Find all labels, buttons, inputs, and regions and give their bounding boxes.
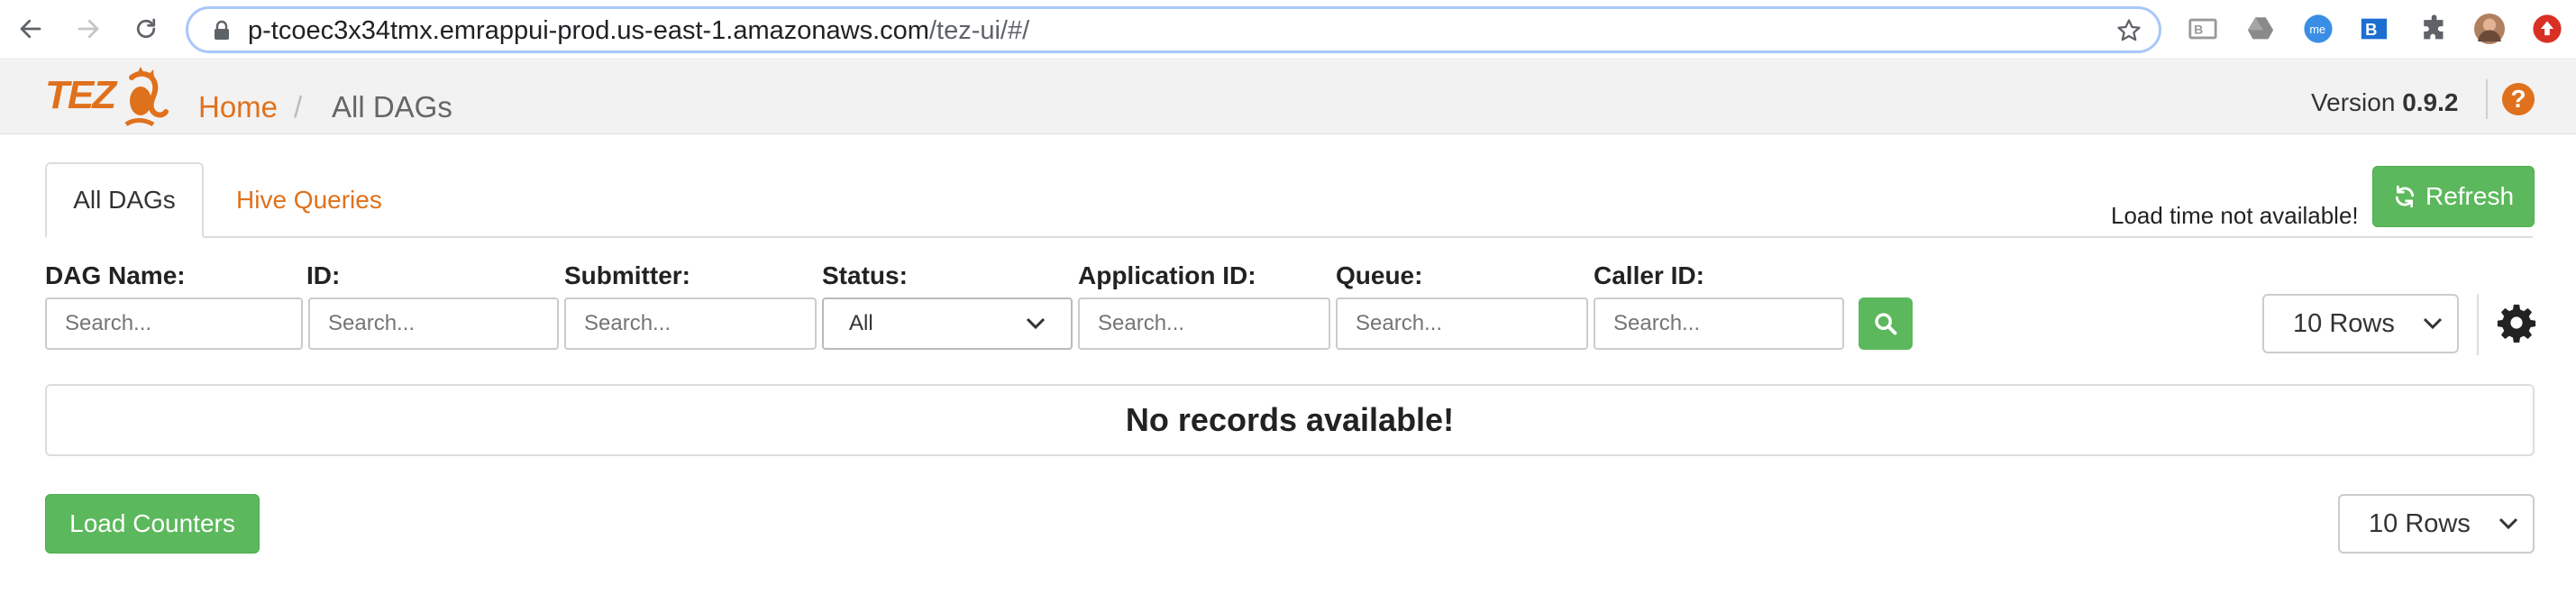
address-bar[interactable]: p-tcoec3x34tmx.emrappui-prod.us-east-1.a… — [186, 6, 2161, 53]
help-icon[interactable]: ? — [2502, 83, 2535, 115]
svg-text:TEZ: TEZ — [45, 73, 118, 117]
tab-all-dags-label: All DAGs — [73, 186, 176, 214]
submitter-search-input[interactable] — [564, 297, 817, 350]
search-button[interactable] — [1859, 297, 1913, 350]
refresh-button[interactable]: Refresh — [2372, 166, 2535, 227]
queue-label: Queue: — [1336, 261, 1423, 289]
tab-divider — [45, 236, 2533, 238]
update-icon[interactable] — [2531, 13, 2563, 45]
rows-per-page-bottom-value: 10 Rows — [2369, 508, 2471, 538]
status-label: Status: — [822, 261, 908, 289]
records-table: No records available! — [45, 384, 2535, 456]
rows-per-page-select-bottom[interactable]: 10 Rows — [2338, 494, 2535, 554]
svg-text:me: me — [2309, 23, 2325, 36]
version-info: Version 0.9.2 — [2311, 88, 2458, 117]
url-text: p-tcoec3x34tmx.emrappui-prod.us-east-1.a… — [248, 17, 1029, 44]
arrow-left-icon — [20, 19, 41, 39]
reload-button[interactable] — [128, 11, 164, 47]
application-id-search-input[interactable] — [1078, 297, 1330, 350]
reload-icon — [136, 18, 156, 39]
id-search-input[interactable] — [308, 297, 559, 350]
search-icon — [1875, 313, 1897, 335]
forward-button[interactable] — [70, 11, 106, 47]
svg-text:B: B — [2194, 23, 2203, 38]
chevron-down-icon — [1026, 317, 1046, 330]
profile-avatar[interactable] — [2473, 13, 2506, 45]
lock-icon — [215, 20, 229, 40]
breadcrumb-home[interactable]: Home — [198, 90, 278, 124]
tez-logo[interactable]: TEZ — [43, 67, 173, 130]
me-extension-icon[interactable]: me — [2302, 13, 2334, 45]
url-host: p-tcoec3x34tmx.emrappui-prod.us-east-1.a… — [248, 16, 929, 45]
version-value: 0.9.2 — [2402, 88, 2459, 116]
url-path: /tez-ui/#/ — [928, 16, 1030, 45]
bi-blue-extension-icon[interactable]: B — [2358, 13, 2390, 45]
caller-id-label: Caller ID: — [1594, 261, 1704, 289]
dag-name-search-input[interactable] — [45, 297, 303, 350]
tab-all-dags[interactable]: All DAGs — [45, 162, 204, 238]
chevron-down-icon — [2498, 517, 2518, 530]
application-id-label: Application ID: — [1078, 261, 1256, 289]
chevron-down-icon — [2423, 317, 2443, 330]
svg-text:B: B — [2365, 20, 2377, 39]
rows-per-page-top-value: 10 Rows — [2293, 308, 2395, 338]
gear-icon[interactable] — [2497, 303, 2536, 343]
breadcrumb-separator: / — [294, 90, 303, 124]
arrow-right-icon — [78, 19, 99, 39]
refresh-label: Refresh — [2425, 182, 2515, 210]
load-time-status: Load time not available! — [2111, 202, 2359, 229]
rows-per-page-select-top[interactable]: 10 Rows — [2262, 294, 2459, 353]
settings-divider — [2477, 294, 2479, 355]
load-counters-button[interactable]: Load Counters — [45, 494, 260, 554]
drive-extension-icon[interactable] — [2244, 13, 2277, 45]
caller-id-search-input[interactable] — [1594, 297, 1844, 350]
bookmark-star-icon[interactable] — [2115, 17, 2142, 44]
empty-message: No records available! — [1125, 401, 1455, 438]
browser-toolbar: p-tcoec3x34tmx.emrappui-prod.us-east-1.a… — [0, 0, 2576, 59]
queue-search-input[interactable] — [1336, 297, 1588, 350]
refresh-icon — [2395, 185, 2415, 208]
version-label: Version — [2311, 88, 2396, 116]
help-glyph: ? — [2510, 85, 2526, 113]
status-select-value: All — [849, 311, 873, 335]
back-button[interactable] — [13, 11, 49, 47]
header-divider — [2486, 79, 2488, 119]
bi-extension-icon[interactable]: B — [2187, 13, 2219, 45]
submitter-label: Submitter: — [564, 261, 690, 289]
load-counters-label: Load Counters — [69, 509, 235, 537]
id-label: ID: — [306, 261, 341, 289]
status-select[interactable]: All — [822, 297, 1073, 350]
puzzle-extensions-icon[interactable] — [2419, 13, 2452, 45]
tab-hive-queries[interactable]: Hive Queries — [236, 186, 382, 215]
breadcrumb-current: All DAGs — [332, 90, 452, 124]
dag-name-label: DAG Name: — [45, 261, 186, 289]
